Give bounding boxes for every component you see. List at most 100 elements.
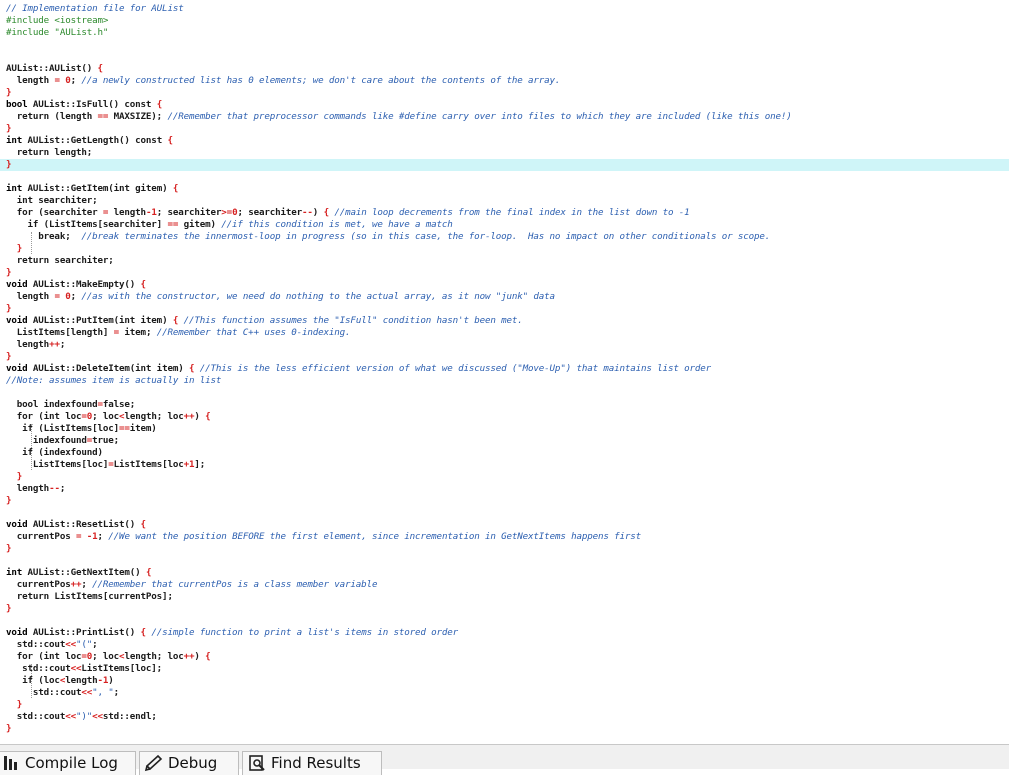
- code-line[interactable]: if (indexfound): [0, 447, 1009, 459]
- code-line[interactable]: length--;: [0, 483, 1009, 495]
- code-token: ;: [59, 339, 66, 350]
- code-line[interactable]: #include "AUList.h": [0, 27, 1009, 39]
- code-editor[interactable]: // Implementation file for AUList #includ…: [0, 0, 1009, 744]
- code-line[interactable]: }: [0, 723, 1009, 735]
- code-line[interactable]: void AUList::MakeEmpty() {: [0, 279, 1009, 291]
- code-line[interactable]: [0, 171, 1009, 183]
- code-token: bool indexfound: [6, 399, 98, 410]
- code-token: item): [129, 423, 157, 434]
- code-token: AUList::GetLength() const: [22, 135, 168, 146]
- code-token: }: [6, 87, 12, 98]
- code-line[interactable]: }: [0, 351, 1009, 363]
- code-line[interactable]: break; //break terminates the innermost-…: [0, 231, 1009, 243]
- code-line[interactable]: int AUList::GetLength() const {: [0, 135, 1009, 147]
- code-line[interactable]: [0, 39, 1009, 51]
- code-line[interactable]: }: [0, 123, 1009, 135]
- code-line[interactable]: indexfound=true;: [0, 435, 1009, 447]
- code-line[interactable]: currentPos++; //Remember that currentPos…: [0, 579, 1009, 591]
- code-token: ];: [194, 459, 206, 470]
- code-token: for (int loc: [6, 411, 82, 422]
- code-line[interactable]: std::cout<<", ";: [0, 687, 1009, 699]
- code-line[interactable]: }: [0, 699, 1009, 711]
- tab-compile-log-label: Compile Log: [25, 754, 118, 772]
- code-line[interactable]: [0, 387, 1009, 399]
- tab-compile-log[interactable]: Compile Log: [0, 751, 136, 775]
- code-token: }: [6, 123, 12, 134]
- code-token: ; loc: [92, 411, 120, 422]
- code-token: int: [6, 183, 23, 194]
- code-token: if (ListItems[searchiter]: [6, 219, 168, 230]
- code-line[interactable]: length = 0; //as with the constructor, w…: [0, 291, 1009, 303]
- tab-find-results[interactable]: Find Results: [242, 751, 382, 775]
- code-line[interactable]: return ListItems[currentPos];: [0, 591, 1009, 603]
- code-line[interactable]: // Implementation file for AUList: [0, 3, 1009, 15]
- code-line[interactable]: AUList::AUList() {: [0, 63, 1009, 75]
- code-line[interactable]: std::cout<<")"<<std::endl;: [0, 711, 1009, 723]
- code-line[interactable]: if (ListItems[loc]==item): [0, 423, 1009, 435]
- code-line[interactable]: }: [0, 267, 1009, 279]
- code-token: //Remember that C++ uses 0-indexing.: [156, 327, 351, 338]
- code-token: length: [6, 483, 50, 494]
- code-token: length: [108, 207, 146, 218]
- code-line[interactable]: [0, 615, 1009, 627]
- code-line[interactable]: }: [0, 87, 1009, 99]
- code-token: ): [108, 675, 114, 686]
- code-line[interactable]: for (int loc=0; loc<length; loc++) {: [0, 411, 1009, 423]
- code-token: for (searchiter: [6, 207, 103, 218]
- code-token: {: [140, 279, 147, 290]
- code-line[interactable]: void AUList::ResetList() {: [0, 519, 1009, 531]
- code-token: break;: [6, 231, 82, 242]
- code-line[interactable]: std::cout<<ListItems[loc];: [0, 663, 1009, 675]
- code-line[interactable]: void AUList::DeleteItem(int item) { //Th…: [0, 363, 1009, 375]
- code-line[interactable]: }: [0, 603, 1009, 615]
- code-line[interactable]: ListItems[length] = item; //Remember tha…: [0, 327, 1009, 339]
- code-line[interactable]: }: [0, 159, 1009, 171]
- code-line[interactable]: void AUList::PrintList() { //simple func…: [0, 627, 1009, 639]
- code-line[interactable]: std::cout<<"(";: [0, 639, 1009, 651]
- code-token: ++: [49, 339, 60, 350]
- code-line[interactable]: #include <iostream>: [0, 15, 1009, 27]
- code-token: ++: [183, 411, 195, 422]
- code-line[interactable]: for (searchiter = length-1; searchiter>=…: [0, 207, 1009, 219]
- code-token: ; searchiter: [237, 207, 303, 218]
- code-token: //break terminates the innermost-loop in…: [81, 231, 771, 242]
- code-token: //This is the less efficient version of …: [199, 363, 711, 374]
- code-line[interactable]: void AUList::PutItem(int item) { //This …: [0, 315, 1009, 327]
- code-token: MAXSIZE);: [108, 111, 168, 122]
- code-line[interactable]: [0, 555, 1009, 567]
- code-token: #include <iostream>: [6, 15, 109, 26]
- code-line[interactable]: for (int loc=0; loc<length; loc++) {: [0, 651, 1009, 663]
- code-token: currentPos: [6, 531, 76, 542]
- code-line[interactable]: [0, 507, 1009, 519]
- code-line[interactable]: length = 0; //a newly constructed list h…: [0, 75, 1009, 87]
- code-line[interactable]: if (loc<length-1): [0, 675, 1009, 687]
- code-line[interactable]: }: [0, 543, 1009, 555]
- code-line[interactable]: bool indexfound=false;: [0, 399, 1009, 411]
- code-line[interactable]: [0, 51, 1009, 63]
- code-line[interactable]: int AUList::GetNextItem() {: [0, 567, 1009, 579]
- code-token: }: [6, 543, 12, 554]
- code-line[interactable]: if (ListItems[searchiter] == gitem) //if…: [0, 219, 1009, 231]
- code-line[interactable]: currentPos = -1; //We want the position …: [0, 531, 1009, 543]
- code-line[interactable]: return length;: [0, 147, 1009, 159]
- code-line[interactable]: }: [0, 243, 1009, 255]
- code-line[interactable]: }: [0, 495, 1009, 507]
- code-line[interactable]: return searchiter;: [0, 255, 1009, 267]
- code-token: // Implementation file for AUList: [6, 3, 184, 14]
- code-token: ; searchiter: [156, 207, 222, 218]
- tab-debug[interactable]: Debug: [139, 751, 239, 775]
- code-line[interactable]: length++;: [0, 339, 1009, 351]
- code-token: }: [16, 471, 23, 482]
- code-line[interactable]: }: [0, 303, 1009, 315]
- code-token: item;: [119, 327, 157, 338]
- code-token: ;: [81, 579, 93, 590]
- code-line[interactable]: ListItems[loc]=ListItems[loc+1];: [0, 459, 1009, 471]
- code-line[interactable]: int AUList::GetItem(int gitem) {: [0, 183, 1009, 195]
- code-line[interactable]: int searchiter;: [0, 195, 1009, 207]
- code-line[interactable]: bool AUList::IsFull() const {: [0, 99, 1009, 111]
- code-token: //as with the constructor, we need do no…: [81, 291, 555, 302]
- code-line[interactable]: }: [0, 471, 1009, 483]
- code-line[interactable]: return (length == MAXSIZE); //Remember t…: [0, 111, 1009, 123]
- code-line[interactable]: //Note: assumes item is actually in list: [0, 375, 1009, 387]
